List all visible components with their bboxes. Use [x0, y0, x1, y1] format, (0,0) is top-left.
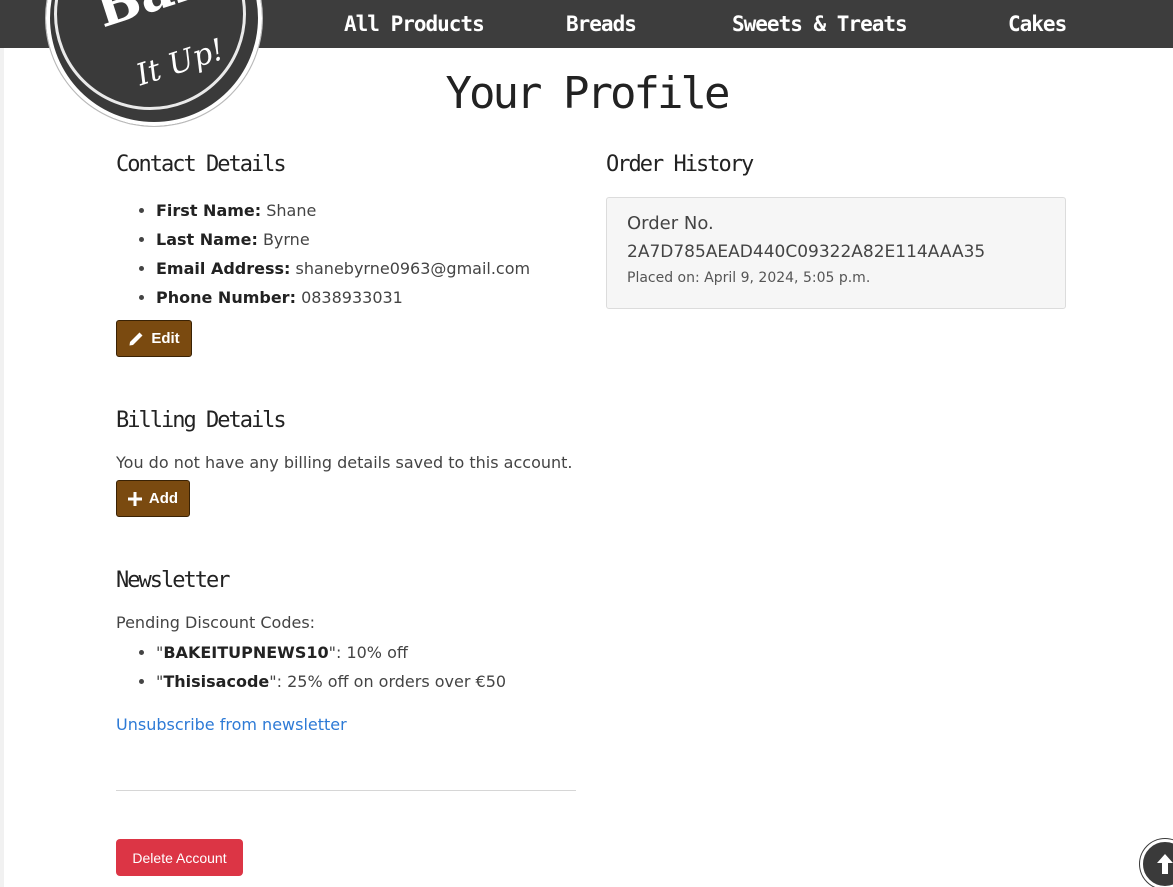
last-name-item: Last Name: Byrne	[156, 225, 530, 254]
newsletter-heading: Newsletter	[116, 568, 230, 593]
discount-code-item: "Thisisacode": 25% off on orders over €5…	[156, 667, 506, 696]
scroll-top-button[interactable]	[1140, 839, 1173, 887]
phone-value: 0838933031	[301, 288, 403, 307]
section-divider	[116, 790, 576, 791]
nav-all-products[interactable]: All Products	[344, 6, 485, 42]
discount-code: BAKEITUPNEWS10	[163, 643, 329, 662]
phone-label: Phone Number:	[156, 288, 296, 307]
email-item: Email Address: shanebyrne0963@gmail.com	[156, 254, 530, 283]
discount-desc: : 25% off on orders over €50	[276, 672, 507, 691]
order-date: Placed on: April 9, 2024, 5:05 p.m.	[627, 270, 871, 286]
nav-cakes[interactable]: Cakes	[1008, 6, 1067, 42]
first-name-value: Shane	[266, 201, 317, 220]
contact-heading: Contact Details	[116, 152, 287, 177]
add-button-label: Add	[148, 490, 179, 507]
billing-empty-text: You do not have any billing details save…	[116, 453, 573, 472]
contact-list: First Name: Shane Last Name: Byrne Email…	[116, 196, 530, 312]
email-label: Email Address:	[156, 259, 291, 278]
nav-breads[interactable]: Breads	[566, 6, 637, 42]
first-name-item: First Name: Shane	[156, 196, 530, 225]
phone-item: Phone Number: 0838933031	[156, 283, 530, 312]
last-name-value: Byrne	[262, 230, 310, 249]
delete-account-button[interactable]: Delete Account	[116, 839, 243, 876]
unsubscribe-link[interactable]: Unsubscribe from newsletter	[116, 715, 347, 734]
edit-contact-button[interactable]: Edit	[116, 320, 192, 357]
page-title: Your Profile	[445, 68, 731, 119]
discount-code: Thisisacode	[163, 672, 270, 691]
pending-codes-label: Pending Discount Codes:	[116, 613, 316, 632]
order-card[interactable]: Order No. 2A7D785AEAD440C09322A82E114AAA…	[606, 197, 1066, 309]
discount-code-item: "BAKEITUPNEWS10": 10% off	[156, 638, 506, 667]
order-history-heading: Order History	[606, 152, 754, 177]
order-number-label: Order No.	[627, 213, 714, 234]
last-name-label: Last Name:	[156, 230, 258, 249]
nav-sweets-treats[interactable]: Sweets & Treats	[732, 6, 908, 42]
order-number-value[interactable]: 2A7D785AEAD440C09322A82E114AAA35	[627, 238, 1045, 266]
edit-button-label: Edit	[151, 330, 180, 347]
discount-desc: : 10% off	[335, 643, 408, 662]
pencil-icon	[129, 332, 143, 345]
first-name-label: First Name:	[156, 201, 262, 220]
plus-icon	[127, 491, 142, 506]
billing-heading: Billing Details	[116, 408, 287, 433]
arrow-up-icon	[1157, 854, 1173, 874]
add-billing-button[interactable]: Add	[116, 480, 190, 517]
page-edge	[0, 48, 4, 887]
email-value: shanebyrne0963@gmail.com	[295, 259, 531, 278]
discount-code-list: "BAKEITUPNEWS10": 10% off "Thisisacode":…	[116, 638, 506, 696]
